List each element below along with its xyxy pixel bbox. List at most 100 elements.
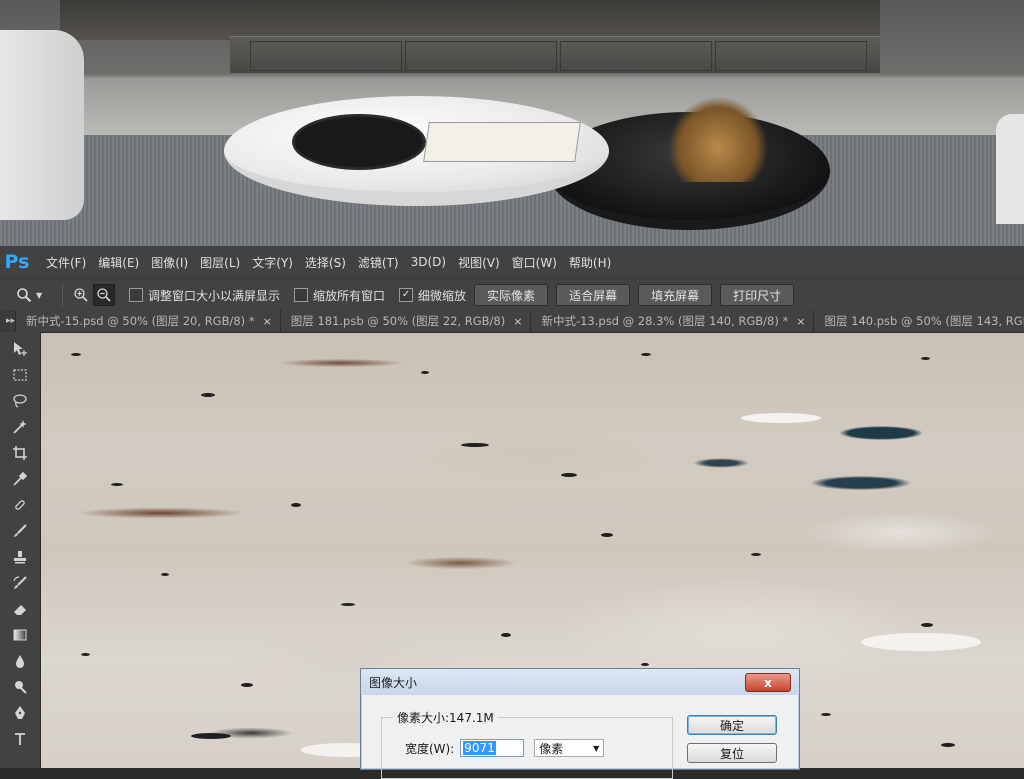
document-tabs: ▸▸ 新中式-15.psd @ 50% (图层 20, RGB/8) * × 图… — [0, 310, 1024, 333]
marquee-tool-icon — [13, 369, 27, 381]
pixel-dimensions-label: 像素大小:147.1M — [393, 709, 498, 726]
eraser-icon — [14, 605, 26, 615]
armchair — [0, 30, 84, 220]
resize-windows-checkbox[interactable]: 调整窗口大小以满屏显示 — [129, 287, 280, 304]
scrubby-zoom-checkbox[interactable]: ✓ 细微缩放 — [399, 287, 466, 304]
crop-tool-icon — [13, 446, 27, 460]
eyedropper-tool[interactable] — [0, 466, 40, 492]
menu-type[interactable]: 文字(Y) — [252, 254, 293, 271]
dodge-tool[interactable] — [0, 674, 40, 700]
lasso-tool[interactable] — [0, 388, 40, 414]
menu-edit[interactable]: 编辑(E) — [98, 254, 139, 271]
tab-document[interactable]: 新中式-13.psd @ 28.3% (图层 140, RGB/8) * × — [530, 310, 814, 332]
menu-bar: Ps 文件(F) 编辑(E) 图像(I) 图层(L) 文字(Y) 选择(S) 滤… — [0, 246, 1024, 278]
close-icon[interactable]: × — [796, 315, 805, 328]
tab-label: 图层 140.psb @ 50% (图层 143, RGB/8) — [824, 314, 1024, 328]
tab-document[interactable]: 图层 140.psb @ 50% (图层 143, RGB/8) — [813, 310, 1024, 332]
eraser-tool[interactable] — [0, 596, 40, 622]
checkmark-icon[interactable]: ✓ — [399, 288, 414, 302]
checkbox-label: 细微缩放 — [418, 288, 467, 303]
healing-brush-tool[interactable] — [0, 492, 40, 518]
menu-filter[interactable]: 滤镜(T) — [358, 254, 399, 271]
blur-tool[interactable] — [0, 648, 40, 674]
move-tool[interactable] — [0, 336, 40, 362]
close-icon: x — [764, 675, 772, 690]
bull-statue — [668, 96, 768, 182]
menu-select[interactable]: 选择(S) — [305, 254, 346, 271]
tab-document[interactable]: 图层 181.psb @ 50% (图层 22, RGB/8) × — [279, 310, 531, 332]
checkbox-box[interactable] — [294, 288, 309, 302]
pen-tool[interactable] — [0, 700, 40, 726]
type-tool[interactable] — [0, 726, 40, 752]
menu-view[interactable]: 视图(V) — [458, 254, 500, 271]
tools-panel — [0, 332, 41, 768]
zoom-all-windows-checkbox[interactable]: 缩放所有窗口 — [294, 287, 385, 304]
width-label: 宽度(W): — [405, 741, 455, 756]
menu-3d[interactable]: 3D(D) — [411, 255, 446, 269]
menu-file[interactable]: 文件(F) — [46, 254, 86, 271]
tab-label: 新中式-15.psd @ 50% (图层 20, RGB/8) * — [26, 314, 255, 328]
history-brush-tool[interactable] — [0, 570, 40, 596]
print-size-button[interactable]: 打印尺寸 — [720, 284, 795, 306]
lasso-tool-icon — [13, 394, 27, 408]
book — [423, 122, 581, 162]
tv-cabinet — [230, 36, 880, 73]
width-input[interactable]: 9071 — [460, 739, 525, 757]
history-brush-icon — [13, 576, 27, 589]
actual-pixels-button[interactable]: 实际像素 — [474, 284, 549, 306]
checkbox-box[interactable] — [129, 288, 143, 302]
zoom-icon — [17, 288, 32, 303]
menu-layer[interactable]: 图层(L) — [200, 254, 240, 271]
checkbox-label: 调整窗口大小以满屏显示 — [148, 288, 281, 303]
close-button[interactable]: x — [745, 673, 791, 692]
brush-tool-icon — [14, 524, 27, 537]
zoom-out-button[interactable] — [93, 284, 115, 306]
collapse-panel-icon[interactable]: ▸▸ — [0, 310, 15, 332]
width-unit-select[interactable]: 像素 ▼ — [534, 739, 605, 757]
healing-brush-icon — [15, 500, 25, 510]
magic-wand-icon — [13, 420, 27, 434]
marquee-tool[interactable] — [0, 362, 40, 388]
brush-tool[interactable] — [0, 518, 40, 544]
zoom-out-icon — [97, 288, 111, 302]
menu-image[interactable]: 图像(I) — [151, 254, 188, 271]
gradient-tool[interactable] — [0, 622, 40, 648]
close-icon[interactable]: × — [263, 315, 272, 328]
dialog-title-bar[interactable]: 图像大小 x — [361, 669, 799, 695]
dialog-title: 图像大小 — [369, 675, 418, 690]
move-tool-icon — [14, 342, 27, 356]
gradient-tool-icon — [13, 629, 27, 641]
blur-tool-icon — [16, 655, 24, 668]
close-icon[interactable]: × — [513, 315, 522, 328]
width-unit: 像素 — [539, 741, 564, 756]
magic-wand-tool[interactable] — [0, 414, 40, 440]
tab-label: 图层 181.psb @ 50% (图层 22, RGB/8) — [290, 314, 506, 328]
ok-button[interactable]: 确定 — [687, 715, 777, 735]
type-tool-icon — [15, 733, 25, 745]
chevron-down-icon: ▼ — [593, 743, 600, 753]
width-row: 宽度(W): 9071 像素 ▼ — [405, 739, 605, 757]
chevron-down-icon: ▼ — [36, 290, 43, 300]
pen-tool-icon — [15, 706, 25, 719]
tv-wall — [60, 0, 880, 40]
image-size-dialog: 图像大小 x 像素大小:147.1M 宽度(W): 9071 像素 ▼ 确定 复… — [360, 668, 800, 779]
fill-screen-button[interactable]: 填充屏幕 — [638, 284, 713, 306]
tab-document[interactable]: 新中式-15.psd @ 50% (图层 20, RGB/8) * × — [15, 310, 280, 332]
crop-tool[interactable] — [0, 440, 40, 466]
tool-preset-picker[interactable]: ▼ — [16, 283, 56, 307]
clone-stamp-icon — [14, 551, 26, 564]
room-photo — [0, 0, 1024, 246]
reset-button[interactable]: 复位 — [687, 743, 777, 763]
menu-help[interactable]: 帮助(H) — [569, 254, 611, 271]
tray — [292, 114, 426, 170]
ps-logo: Ps — [4, 251, 30, 273]
fit-screen-button[interactable]: 适合屏幕 — [556, 284, 631, 306]
tab-label: 新中式-13.psd @ 28.3% (图层 140, RGB/8) * — [541, 314, 789, 328]
zoom-in-button[interactable] — [71, 285, 91, 305]
width-value: 9071 — [463, 741, 496, 755]
eyedropper-icon — [13, 471, 28, 486]
zoom-in-icon — [74, 288, 88, 302]
clone-stamp-tool[interactable] — [0, 544, 40, 570]
menu-window[interactable]: 窗口(W) — [512, 254, 557, 271]
options-bar: ▼ 调整窗口大小以满屏显示 缩放所有窗口 ✓ 细微缩放 实际像素 适合屏幕 填充… — [0, 278, 1024, 311]
